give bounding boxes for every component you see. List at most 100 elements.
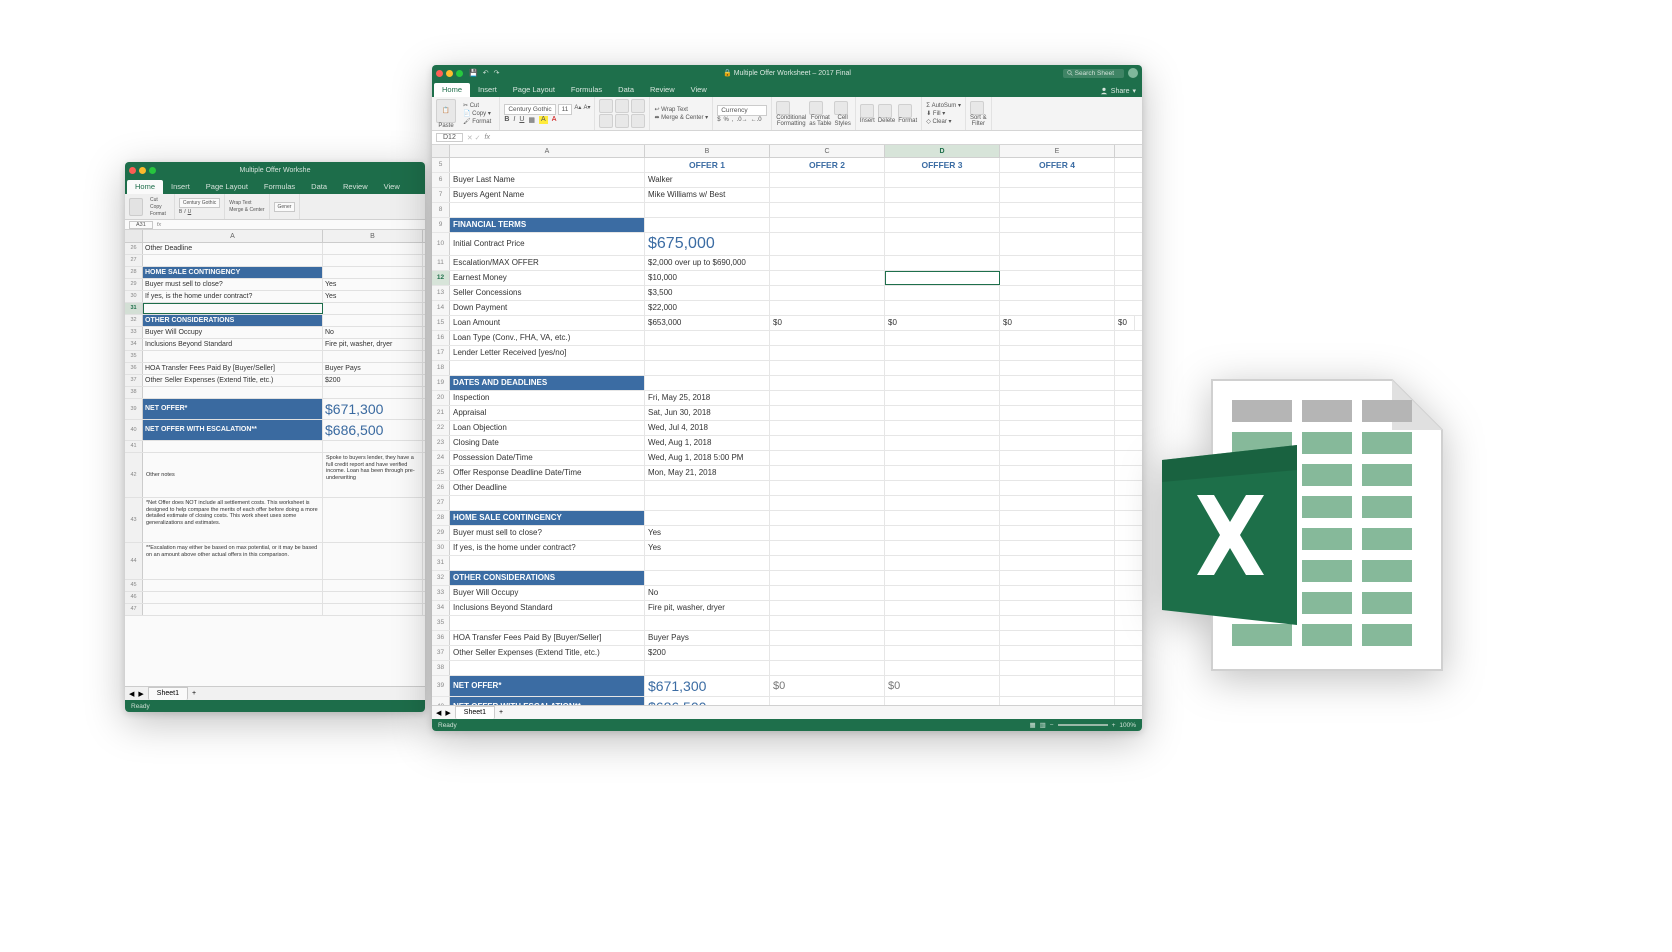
undo-icon[interactable]: ↶ xyxy=(483,69,489,77)
col-b[interactable]: B xyxy=(323,230,423,242)
close-icon[interactable] xyxy=(129,167,136,174)
comma-icon[interactable]: , xyxy=(732,117,734,123)
cut-button[interactable]: ✂ Cut xyxy=(463,102,479,109)
tab-review[interactable]: Review xyxy=(642,83,683,97)
tab-view[interactable]: View xyxy=(683,83,715,97)
minimize-icon[interactable] xyxy=(139,167,146,174)
copy-label[interactable]: Copy xyxy=(150,204,162,210)
select-all-corner[interactable] xyxy=(125,230,143,242)
sheet-nav-first-icon[interactable]: ◀ xyxy=(436,709,441,717)
align-middle-icon[interactable] xyxy=(615,99,629,113)
maximize-icon[interactable] xyxy=(149,167,156,174)
sheet-nav-last-icon[interactable]: ▶ xyxy=(445,709,450,717)
active-cell[interactable] xyxy=(143,303,323,314)
sheet-tab[interactable]: Sheet1 xyxy=(148,687,188,700)
sheet-nav-icon[interactable]: ◀ xyxy=(129,690,134,698)
col-b[interactable]: B xyxy=(645,145,770,157)
view-layout-icon[interactable]: ▥ xyxy=(1040,721,1046,729)
clear-button[interactable]: ◇ Clear ▾ xyxy=(926,118,951,125)
number-format[interactable]: Gener xyxy=(274,202,296,212)
tab-view[interactable]: View xyxy=(376,180,408,194)
tab-page-layout[interactable]: Page Layout xyxy=(198,180,256,194)
delete-cells-icon[interactable] xyxy=(878,104,892,118)
tab-review[interactable]: Review xyxy=(335,180,376,194)
wrap-text-button[interactable]: ↩ Wrap Text xyxy=(654,106,688,113)
share-button[interactable]: Share ▾ xyxy=(1094,85,1142,97)
merge-center-button[interactable]: ⬌ Merge & Center ▾ xyxy=(654,114,708,121)
wrap-text[interactable]: Wrap Text xyxy=(229,200,251,206)
bold-button[interactable]: B xyxy=(504,116,509,124)
number-format-select[interactable]: Currency xyxy=(717,105,767,116)
fx-icon[interactable]: fx xyxy=(157,222,161,228)
col-c[interactable]: C xyxy=(770,145,885,157)
border-icon[interactable]: ▦ xyxy=(528,116,535,124)
fill-button[interactable]: ⬇ Fill ▾ xyxy=(926,110,945,117)
close-icon[interactable] xyxy=(436,70,443,77)
italic-button[interactable]: I xyxy=(513,116,515,124)
font-name-select[interactable]: Century Gothic xyxy=(504,104,555,115)
align-right-icon[interactable] xyxy=(631,114,645,128)
col-a[interactable]: A xyxy=(143,230,323,242)
section-header[interactable]: HOME SALE CONTINGENCY xyxy=(143,267,323,278)
format-painter-button[interactable]: 🖌 Format xyxy=(463,118,491,125)
cut-label[interactable]: Cut xyxy=(150,197,158,203)
currency-icon[interactable]: $ xyxy=(717,117,720,123)
decrease-decimal-icon[interactable]: ←.0 xyxy=(751,117,762,123)
sheet-nav-icon[interactable]: ▶ xyxy=(138,690,143,698)
font-color-icon[interactable]: A xyxy=(552,116,557,124)
spreadsheet-grid[interactable]: 26Other Deadline 27 28HOME SALE CONTINGE… xyxy=(125,243,425,686)
cell-reference[interactable]: D12 xyxy=(436,133,463,142)
spreadsheet-grid[interactable]: 5OFFER 1OFFER 2OFFFER 3OFFER 4 6Buyer La… xyxy=(432,158,1142,705)
cell[interactable]: Other Deadline xyxy=(143,243,323,254)
search-input[interactable]: Search Sheet xyxy=(1063,69,1124,78)
save-icon[interactable]: 💾 xyxy=(469,69,478,77)
sheet-tab[interactable]: Sheet1 xyxy=(455,706,495,719)
cell-reference[interactable]: A31 xyxy=(129,221,153,229)
conditional-formatting-icon[interactable] xyxy=(776,101,790,115)
percent-icon[interactable]: % xyxy=(724,117,729,123)
col-d-active[interactable]: D xyxy=(885,145,1000,157)
tab-insert[interactable]: Insert xyxy=(470,83,505,97)
format-cells-icon[interactable] xyxy=(898,104,912,118)
align-bottom-icon[interactable] xyxy=(631,99,645,113)
format-as-table-icon[interactable] xyxy=(809,101,823,115)
tab-formulas[interactable]: Formulas xyxy=(563,83,610,97)
add-sheet-icon[interactable]: + xyxy=(192,690,196,697)
align-top-icon[interactable] xyxy=(599,99,613,113)
zoom-control[interactable]: ▦ ▥ −+ 100% xyxy=(1029,721,1136,729)
tab-insert[interactable]: Insert xyxy=(163,180,198,194)
user-icon[interactable] xyxy=(1128,68,1138,78)
merge-center[interactable]: Merge & Center xyxy=(229,207,264,213)
font-name[interactable]: Century Gothic xyxy=(179,198,220,208)
format-painter-label[interactable]: Format xyxy=(150,211,166,217)
font-size-select[interactable]: 11 xyxy=(558,104,573,115)
align-center-icon[interactable] xyxy=(615,114,629,128)
tab-formulas[interactable]: Formulas xyxy=(256,180,303,194)
add-sheet-icon[interactable]: + xyxy=(499,709,503,716)
select-all-corner[interactable] xyxy=(432,145,450,157)
fill-color-icon[interactable]: A xyxy=(539,116,548,124)
increase-font-icon[interactable]: A▴ xyxy=(574,104,581,115)
fx-icon[interactable]: fx xyxy=(485,134,490,141)
paste-icon[interactable] xyxy=(129,198,143,216)
tab-home[interactable]: Home xyxy=(434,83,470,97)
redo-icon[interactable]: ↷ xyxy=(494,69,500,77)
align-left-icon[interactable] xyxy=(599,114,613,128)
increase-decimal-icon[interactable]: .0→ xyxy=(737,117,748,123)
paste-icon[interactable]: 📋 xyxy=(436,99,456,123)
tab-data[interactable]: Data xyxy=(303,180,335,194)
view-normal-icon[interactable]: ▦ xyxy=(1029,721,1035,729)
maximize-icon[interactable] xyxy=(456,70,463,77)
active-cell[interactable] xyxy=(885,271,1000,285)
sort-filter-icon[interactable] xyxy=(970,101,984,115)
decrease-font-icon[interactable]: A▾ xyxy=(583,104,590,115)
cell-styles-icon[interactable] xyxy=(834,101,848,115)
tab-data[interactable]: Data xyxy=(610,83,642,97)
insert-cells-icon[interactable] xyxy=(860,104,874,118)
tab-page-layout[interactable]: Page Layout xyxy=(505,83,563,97)
autosum-button[interactable]: Σ AutoSum ▾ xyxy=(926,102,961,109)
minimize-icon[interactable] xyxy=(446,70,453,77)
underline-button[interactable]: U xyxy=(519,116,524,124)
copy-button[interactable]: 📄 Copy ▾ xyxy=(463,110,491,117)
col-a[interactable]: A xyxy=(450,145,645,157)
